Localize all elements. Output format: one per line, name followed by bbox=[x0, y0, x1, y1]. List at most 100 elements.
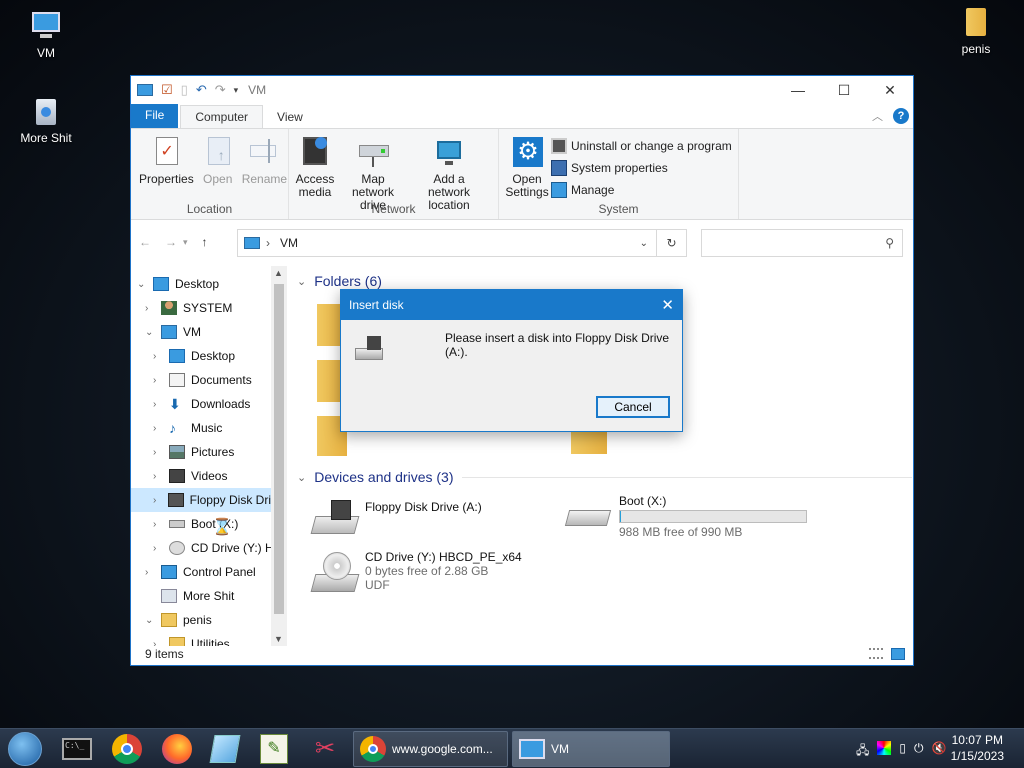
nav-item-pictures[interactable]: › Pictures bbox=[153, 440, 234, 464]
chevron-right-icon[interactable]: › bbox=[145, 303, 155, 314]
breadcrumb-chevron-icon[interactable]: › bbox=[266, 236, 270, 250]
uninstall-program-button[interactable]: Uninstall or change a program bbox=[551, 135, 732, 157]
desktop-folder-icon bbox=[169, 349, 185, 363]
scroll-down-icon[interactable]: ▼ bbox=[274, 634, 283, 644]
taskbar-chrome[interactable] bbox=[112, 731, 148, 767]
nav-item-control-panel[interactable]: › Control Panel bbox=[145, 560, 256, 584]
chevron-right-icon[interactable]: › bbox=[153, 495, 162, 506]
nav-item-desktop-vm[interactable]: › Desktop bbox=[153, 344, 235, 368]
nav-item-music[interactable]: › ♪ Music bbox=[153, 416, 222, 440]
drive-cd[interactable]: CD Drive (Y:) HBCD_PE_x64 0 bytes free o… bbox=[309, 550, 522, 596]
taskbar-app-snip[interactable]: ✂ bbox=[310, 731, 346, 767]
clock-time: 10:07 PM bbox=[951, 733, 1003, 747]
chevron-right-icon[interactable]: › bbox=[153, 447, 163, 458]
chevron-down-icon[interactable]: ⌄ bbox=[145, 615, 155, 626]
tab-computer[interactable]: Computer bbox=[180, 105, 264, 128]
chevron-down-icon[interactable]: ⌄ bbox=[297, 471, 306, 484]
nav-item-penis[interactable]: ⌄ penis bbox=[145, 608, 212, 632]
tab-file[interactable]: File bbox=[131, 104, 179, 128]
chevron-right-icon[interactable]: › bbox=[153, 399, 163, 410]
color-icon[interactable] bbox=[877, 741, 892, 755]
close-button[interactable]: ✕ bbox=[867, 76, 913, 104]
nav-item-more-shit[interactable]: More Shit bbox=[161, 584, 234, 608]
nav-item-vm[interactable]: ⌄ VM bbox=[145, 320, 201, 344]
manage-button[interactable]: Manage bbox=[551, 179, 732, 201]
nav-item-utilities[interactable]: › Utilities bbox=[153, 632, 230, 646]
blank-quick-icon[interactable]: ▯ bbox=[181, 82, 188, 98]
recent-chevron-icon[interactable]: ▾ bbox=[183, 237, 188, 248]
maximize-button[interactable]: ☐ bbox=[821, 76, 867, 104]
taskbar-clock[interactable]: 10:07 PM 1/15/2023 bbox=[951, 732, 1004, 764]
power-icon[interactable]: ⏻ bbox=[914, 741, 924, 762]
taskbar-app-notes[interactable] bbox=[209, 731, 248, 767]
chevron-right-icon[interactable]: › bbox=[153, 639, 163, 647]
details-view-icon[interactable] bbox=[869, 648, 883, 659]
terminal-icon: C:\_ bbox=[62, 738, 92, 760]
search-input[interactable]: ⚲ bbox=[701, 229, 903, 257]
help-icon[interactable]: ? bbox=[893, 108, 909, 124]
computer-icon bbox=[30, 10, 62, 42]
folders-section-header[interactable]: ⌄ Folders (6) bbox=[297, 273, 382, 289]
undo-icon[interactable]: ↶ bbox=[196, 82, 207, 98]
chevron-right-icon[interactable]: › bbox=[153, 351, 163, 362]
taskbar-window-vm[interactable]: VM bbox=[512, 731, 670, 767]
folder-icon bbox=[960, 6, 992, 38]
usb-icon[interactable]: ▯ bbox=[899, 741, 906, 762]
taskbar-firefox[interactable] bbox=[162, 731, 198, 767]
scroll-up-icon[interactable]: ▲ bbox=[274, 268, 283, 278]
nav-item-documents[interactable]: › Documents bbox=[153, 368, 252, 392]
chevron-right-icon[interactable]: › bbox=[153, 543, 163, 554]
nav-item-cd-drive[interactable]: › CD Drive (Y:) H bbox=[153, 536, 274, 560]
chevron-right-icon[interactable]: › bbox=[145, 567, 155, 578]
taskbar-cmd[interactable]: C:\_ bbox=[62, 731, 98, 767]
customize-chevron-icon[interactable]: ▾ bbox=[234, 85, 239, 96]
open-button[interactable]: ↑ Open bbox=[198, 133, 238, 188]
forward-icon[interactable]: → bbox=[165, 235, 177, 249]
collapse-ribbon-icon[interactable]: ︿ bbox=[872, 108, 883, 124]
properties-button[interactable]: ✓ Properties bbox=[135, 133, 198, 188]
address-bar[interactable]: › VM ⌄ bbox=[237, 229, 657, 257]
floppy-drive-icon bbox=[353, 334, 385, 364]
nav-item-desktop[interactable]: ⌄ Desktop bbox=[137, 272, 219, 296]
taskbar-app-editor[interactable]: ✎ bbox=[260, 731, 296, 767]
desktop-icon-more-shit[interactable]: More Shit bbox=[8, 95, 84, 145]
nav-item-videos[interactable]: › Videos bbox=[153, 464, 227, 488]
chevron-right-icon[interactable]: › bbox=[153, 423, 163, 434]
chevron-down-icon[interactable]: ⌄ bbox=[297, 275, 306, 288]
drive-boot[interactable]: Boot (X:) 988 MB free of 990 MB bbox=[563, 494, 807, 539]
chevron-down-icon[interactable]: ⌄ bbox=[145, 327, 155, 338]
large-icons-view-icon[interactable] bbox=[891, 648, 905, 660]
taskbar-window-chrome[interactable]: www.google.com... bbox=[353, 731, 508, 767]
redo-icon[interactable]: ↷ bbox=[215, 82, 226, 98]
volume-mute-icon[interactable]: 🔇 bbox=[932, 741, 947, 762]
chevron-down-icon[interactable]: ⌄ bbox=[137, 279, 147, 290]
drive-floppy[interactable]: Floppy Disk Drive (A:) bbox=[309, 500, 482, 536]
scrollbar-thumb[interactable] bbox=[274, 284, 284, 614]
properties-quick-icon[interactable]: ☑ bbox=[161, 82, 173, 98]
tab-view[interactable]: View bbox=[263, 106, 317, 128]
devices-section-header[interactable]: ⌄ Devices and drives (3) bbox=[297, 469, 912, 485]
open-settings-button[interactable]: ⚙ Open Settings bbox=[503, 133, 551, 201]
chevron-right-icon[interactable]: › bbox=[153, 375, 163, 386]
rename-button[interactable]: Rename bbox=[238, 133, 291, 188]
up-icon[interactable]: ↑ bbox=[202, 235, 208, 249]
minimize-button[interactable]: — bbox=[775, 76, 821, 104]
chevron-right-icon[interactable]: › bbox=[153, 519, 163, 530]
nav-scrollbar[interactable]: ▲ ▼ bbox=[271, 266, 287, 646]
nav-item-floppy[interactable]: › Floppy Disk Dri bbox=[131, 488, 271, 512]
system-properties-button[interactable]: System properties bbox=[551, 157, 732, 179]
chevron-right-icon[interactable]: › bbox=[153, 471, 163, 482]
breadcrumb[interactable]: VM bbox=[280, 236, 298, 250]
folder-icon bbox=[169, 637, 185, 646]
nav-item-system[interactable]: › SYSTEM bbox=[145, 296, 232, 320]
desktop-icon-penis[interactable]: penis bbox=[938, 6, 1014, 56]
back-icon[interactable]: ← bbox=[139, 235, 151, 249]
dialog-close-icon[interactable]: ✕ bbox=[661, 296, 674, 314]
network-icon[interactable]: 🖧 bbox=[856, 741, 869, 762]
address-dropdown-icon[interactable]: ⌄ bbox=[640, 238, 648, 249]
desktop-icon-vm[interactable]: VM bbox=[8, 10, 84, 60]
nav-item-downloads[interactable]: › ⬇ Downloads bbox=[153, 392, 250, 416]
cancel-button[interactable]: Cancel bbox=[596, 396, 670, 418]
start-button[interactable] bbox=[8, 731, 48, 767]
refresh-button[interactable]: ↻ bbox=[657, 229, 687, 257]
